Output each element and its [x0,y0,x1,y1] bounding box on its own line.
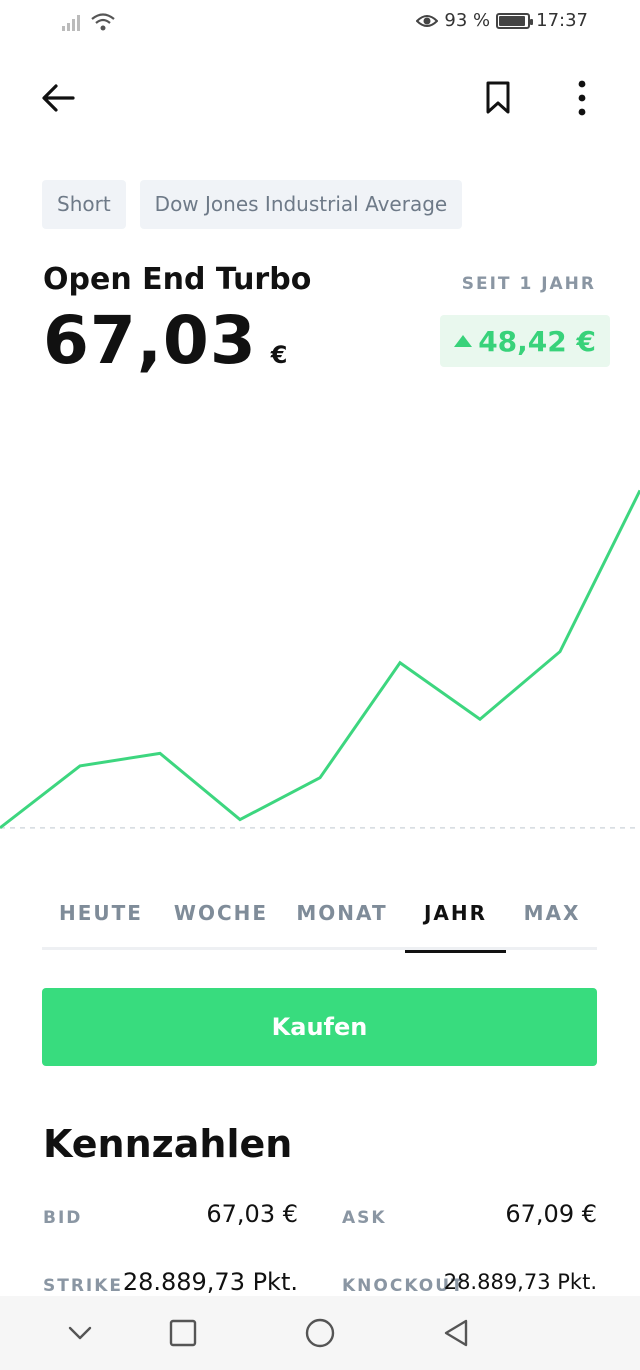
status-time: 17:37 [536,10,588,31]
bookmark-button[interactable] [478,78,518,118]
status-right: 93 % 17:37 [416,10,588,31]
key-figures-row: BID 67,03 € ASK 67,09 € [0,1196,640,1236]
ask-label: ASK [342,1208,387,1228]
toolbar [0,70,640,126]
nav-home-button[interactable] [300,1313,340,1353]
chip-underlying[interactable]: Dow Jones Industrial Average [139,180,463,229]
tab-heute[interactable]: HEUTE [42,876,160,950]
tab-woche[interactable]: WOCHE [166,876,276,950]
nav-recents-button[interactable] [163,1313,203,1353]
change-badge: 48,42 € [440,315,610,367]
back-button[interactable] [38,78,78,118]
knockout-value: 28.889,73 Pkt. [443,1270,597,1294]
period-label: SEIT 1 JAHR [461,274,596,294]
wifi-icon [91,13,115,31]
ask-value: 67,09 € [505,1200,597,1228]
circle-icon [305,1318,335,1348]
tab-monat[interactable]: MONAT [286,876,398,950]
nav-down-button[interactable] [60,1313,100,1353]
change-value: 48,42 € [478,324,596,358]
system-nav-bar [0,1296,640,1370]
chart-series-line [0,489,640,830]
status-left [62,12,116,32]
more-vertical-icon [578,80,586,116]
eye-icon [416,14,439,27]
current-price: 67,03 [43,302,257,379]
tab-jahr[interactable]: JAHR [405,876,506,953]
triangle-back-icon [444,1319,468,1347]
bookmark-icon [486,81,510,114]
product-type: Open End Turbo [43,262,312,297]
period-tabs: HEUTE WOCHE MONAT JAHR MAX [42,876,597,953]
status-bar: 93 % 17:37 [0,0,640,48]
battery-fill [499,15,526,26]
chip-direction[interactable]: Short [42,180,126,229]
price-row: 67,03 € [43,302,287,379]
chevron-down-icon [68,1326,92,1340]
price-currency: € [270,341,288,369]
strike-label: STRIKE [43,1276,124,1296]
tag-chips: Short Dow Jones Industrial Average [42,180,463,229]
strike-value: 28.889,73 Pkt. [122,1268,298,1296]
tab-max[interactable]: MAX [516,876,588,950]
key-figures-title: Kennzahlen [43,1122,293,1166]
battery-percent: 93 % [444,10,491,31]
bid-value: 67,03 € [206,1200,298,1228]
more-options-button[interactable] [562,78,602,118]
signal-icon [62,15,80,31]
square-icon [169,1319,197,1347]
buy-button[interactable]: Kaufen [42,988,597,1066]
nav-back-button[interactable] [436,1313,476,1353]
bid-label: BID [43,1208,83,1228]
price-chart[interactable] [0,400,640,860]
arrow-left-icon [42,84,75,112]
battery-icon [496,12,534,29]
triangle-up-icon [454,335,473,347]
